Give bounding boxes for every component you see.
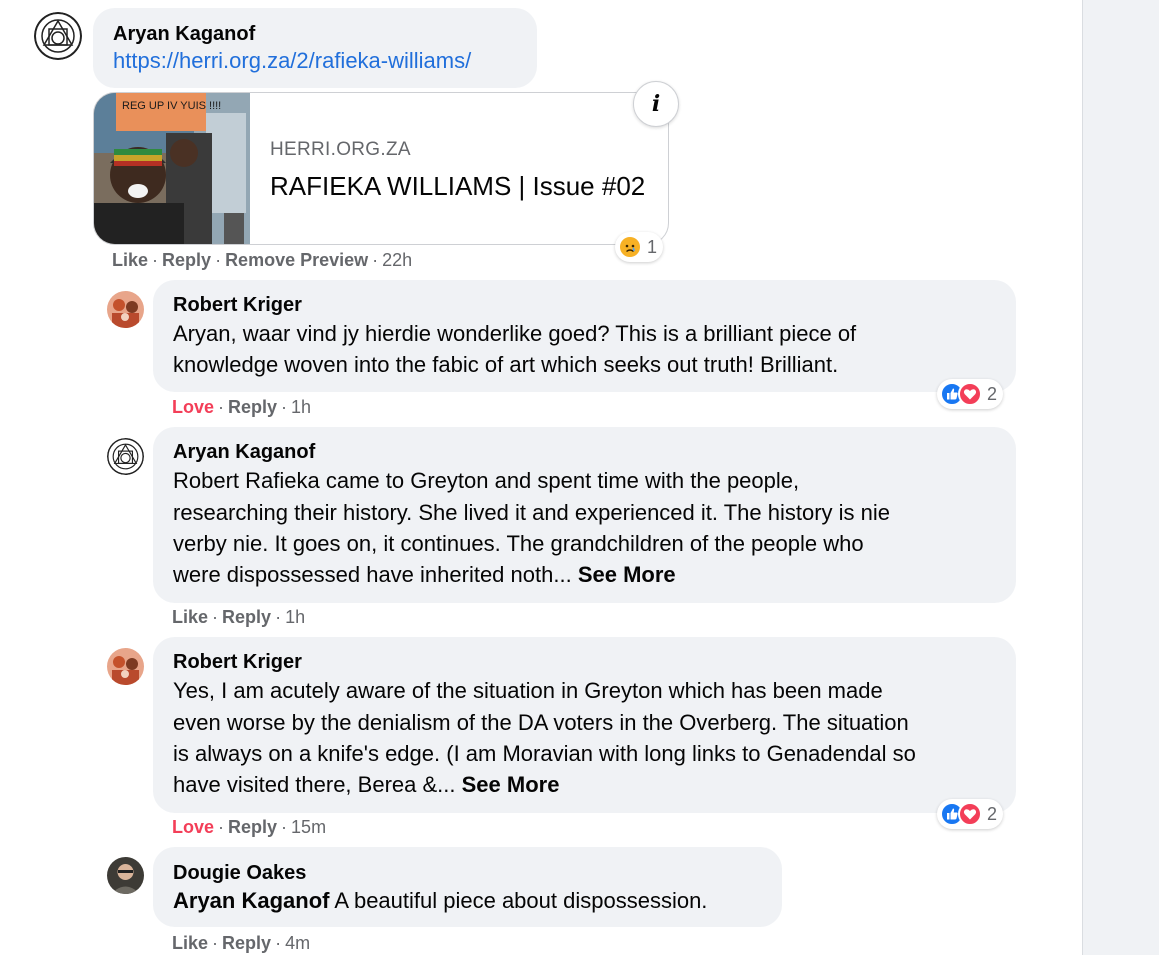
- thumb-sign-text: REG UP IV YUIS !!!!: [122, 100, 221, 112]
- love-button[interactable]: Love: [172, 397, 214, 417]
- reply-3-line-4-text: have visited there, Berea &...: [173, 772, 456, 797]
- reply-2-line-1: Robert Rafieka came to Greyton and spent…: [173, 468, 800, 493]
- reply-3-author[interactable]: Robert Kriger: [173, 651, 302, 674]
- mention-link[interactable]: Aryan Kaganof: [173, 888, 329, 913]
- comment-time[interactable]: 1h: [291, 397, 311, 417]
- reply-1-line-1: Aryan, waar vind jy hierdie wonderlike g…: [173, 321, 857, 346]
- reply-1-reactions[interactable]: 2: [937, 379, 1004, 409]
- remove-preview-button[interactable]: Remove Preview: [225, 250, 368, 270]
- reply-2-line-4-text: were dispossessed have inherited noth...: [173, 562, 572, 587]
- comment-time[interactable]: 22h: [382, 250, 412, 270]
- preview-thumbnail: REG UP IV YUIS !!!!: [94, 93, 250, 244]
- right-gutter: [1082, 0, 1159, 955]
- avatar-aryan-kaganof[interactable]: [34, 12, 82, 60]
- reply-4-author[interactable]: Dougie Oakes: [173, 862, 306, 885]
- reply-4-text: Aryan Kaganof A beautiful piece about di…: [173, 885, 707, 916]
- main-comment-reactions[interactable]: 1: [615, 232, 664, 262]
- comment-time[interactable]: 15m: [291, 817, 326, 837]
- reply-3-line-4: have visited there, Berea &... See More: [173, 769, 559, 800]
- comment-time[interactable]: 4m: [285, 933, 310, 953]
- main-comment-link[interactable]: https://herri.org.za/2/rafieka-williams/: [113, 48, 471, 74]
- reply-3-reactions[interactable]: 2: [937, 799, 1004, 829]
- love-reaction-icon: [958, 802, 982, 826]
- reply-2-line-2: researching their history. She lived it …: [173, 500, 890, 525]
- reply-1-author[interactable]: Robert Kriger: [173, 294, 302, 317]
- preview-title[interactable]: RAFIEKA WILLIAMS | Issue #02: [270, 171, 645, 202]
- like-button[interactable]: Like: [112, 250, 148, 270]
- main-comment-actions: Like · Reply · Remove Preview · 22h: [112, 250, 413, 270]
- reply-2-line-3: verby nie. It goes on, it continues. The…: [173, 531, 864, 556]
- reply-3-line-3: is always on a knife's edge. (I am Morav…: [173, 741, 916, 766]
- reply-3-line-2: even worse by the denialism of the DA vo…: [173, 710, 909, 735]
- reply-1-line-2: knowledge woven into the fabic of art wh…: [173, 352, 839, 377]
- reply-button[interactable]: Reply: [228, 397, 277, 417]
- comment-time[interactable]: 1h: [285, 607, 305, 627]
- see-more-link[interactable]: See More: [578, 562, 676, 587]
- avatar-robert-kriger[interactable]: [107, 291, 144, 328]
- avatar-dougie-oakes[interactable]: [107, 857, 144, 894]
- sad-reaction-icon: [618, 235, 642, 259]
- avatar-robert-kriger[interactable]: [107, 648, 144, 685]
- reaction-count: 1: [647, 236, 658, 257]
- reply-button[interactable]: Reply: [162, 250, 211, 270]
- reply-3-actions: Love · Reply · 15m: [172, 817, 327, 837]
- preview-domain: HERRI.ORG.ZA: [270, 139, 411, 160]
- reaction-count: 2: [987, 803, 998, 824]
- reply-button[interactable]: Reply: [222, 607, 271, 627]
- reaction-count: 2: [987, 383, 998, 404]
- reply-3-line-1: Yes, I am acutely aware of the situation…: [173, 678, 883, 703]
- reply-2-actions: Like · Reply · 1h: [172, 607, 306, 627]
- reply-4-actions: Like · Reply · 4m: [172, 933, 311, 953]
- link-preview-card[interactable]: REG UP IV YUIS !!!! HERRI.ORG.ZA RAFIEKA…: [93, 92, 669, 245]
- see-more-link[interactable]: See More: [462, 772, 560, 797]
- info-icon[interactable]: i: [633, 81, 679, 127]
- reply-1-actions: Love · Reply · 1h: [172, 397, 312, 417]
- reply-2-line-4: were dispossessed have inherited noth...…: [173, 559, 676, 590]
- reply-4-text-body: A beautiful piece about dispossession.: [329, 888, 708, 913]
- like-button[interactable]: Like: [172, 607, 208, 627]
- love-button[interactable]: Love: [172, 817, 214, 837]
- reply-2-author[interactable]: Aryan Kaganof: [173, 441, 315, 464]
- reply-button[interactable]: Reply: [222, 933, 271, 953]
- like-button[interactable]: Like: [172, 933, 208, 953]
- love-reaction-icon: [958, 382, 982, 406]
- avatar-aryan-kaganof[interactable]: [107, 438, 144, 475]
- main-comment-author[interactable]: Aryan Kaganof: [113, 23, 255, 46]
- reply-button[interactable]: Reply: [228, 817, 277, 837]
